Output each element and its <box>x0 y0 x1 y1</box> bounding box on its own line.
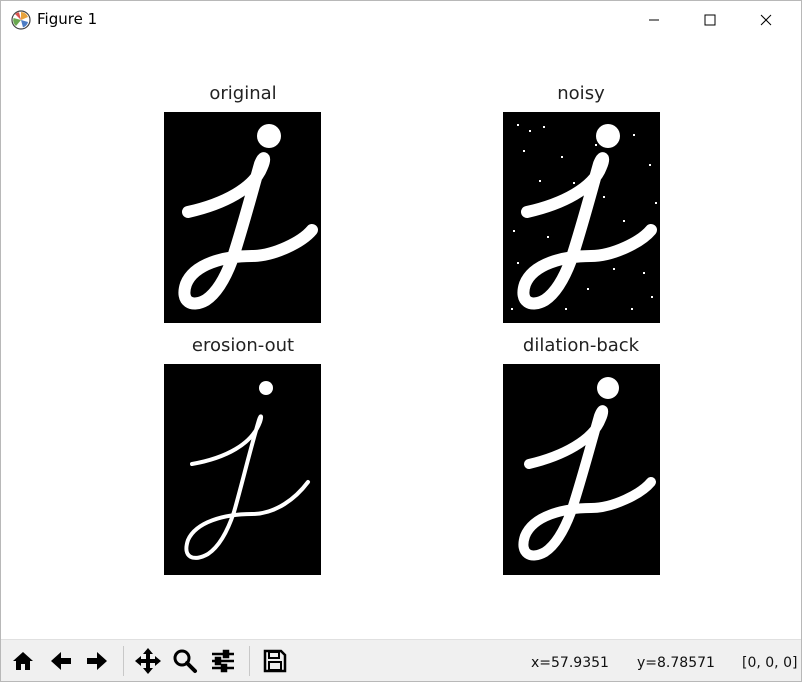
configure-subplots-icon <box>212 649 234 673</box>
figure-window: Figure 1 original noisy erosion-out dila… <box>0 0 802 682</box>
back-button[interactable] <box>45 645 77 677</box>
zoom-button[interactable] <box>169 645 201 677</box>
close-icon <box>760 14 772 26</box>
configure-subplots-button[interactable] <box>207 645 239 677</box>
maximize-icon <box>704 14 716 26</box>
zoom-icon <box>173 649 197 673</box>
save-icon <box>263 649 287 673</box>
minimize-icon <box>649 19 659 21</box>
home-icon <box>13 652 33 670</box>
subplot-title-noisy: noisy <box>557 83 605 104</box>
close-button[interactable] <box>743 1 789 39</box>
forward-arrow-icon <box>87 652 107 670</box>
subplot-title-erosion-out: erosion-out <box>191 335 295 356</box>
toolbar-separator <box>123 646 124 676</box>
pan-icon <box>135 648 161 674</box>
status-pixel-value: [0, 0, 0] <box>742 655 798 671</box>
subplot-title-original: original <box>209 83 277 104</box>
status-x-coordinate: x=57.9351 <box>531 655 609 671</box>
image-erosion-out <box>164 364 321 575</box>
window-title: Figure 1 <box>37 10 98 28</box>
matplotlib-icon[interactable] <box>11 10 31 30</box>
subplot-title-dilation-back: dilation-back <box>522 335 640 356</box>
minimize-button[interactable] <box>631 1 677 39</box>
forward-button[interactable] <box>81 645 113 677</box>
image-dilation-back <box>503 364 660 575</box>
back-arrow-icon <box>51 652 71 670</box>
status-y-coordinate: y=8.78571 <box>637 655 715 671</box>
pan-button[interactable] <box>132 645 164 677</box>
navigation-toolbar: x=57.9351 y=8.78571 [0, 0, 0] <box>1 639 801 681</box>
title-bar: Figure 1 <box>1 1 801 39</box>
toolbar-separator <box>249 646 250 676</box>
image-noisy <box>503 112 660 323</box>
home-button[interactable] <box>7 645 39 677</box>
save-button[interactable] <box>259 645 291 677</box>
image-original <box>164 112 321 323</box>
figure-canvas[interactable]: original noisy erosion-out dilation-back <box>1 39 801 639</box>
maximize-button[interactable] <box>687 1 733 39</box>
